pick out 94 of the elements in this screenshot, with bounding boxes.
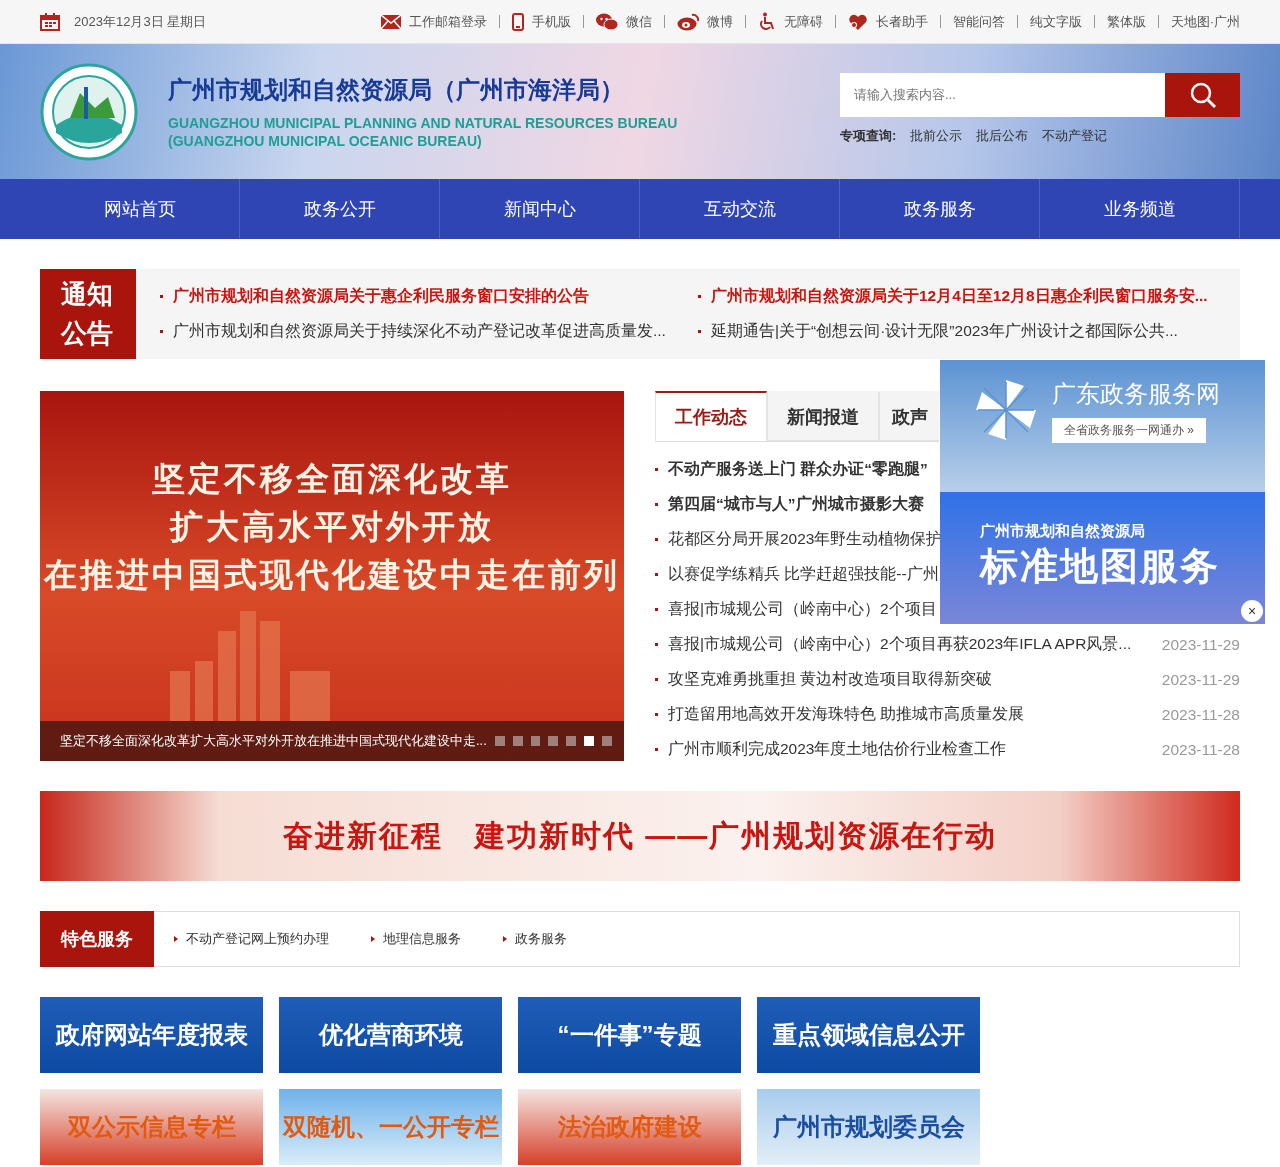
special-query-link[interactable]: 批前公示 xyxy=(910,126,963,145)
chat-bubbles-icon xyxy=(595,12,618,31)
topic-tile[interactable]: 优化营商环境 xyxy=(279,997,502,1073)
triangle-icon xyxy=(174,936,178,942)
topic-tile[interactable]: “一件事”专题 xyxy=(518,997,741,1073)
wheelchair-icon xyxy=(757,11,776,32)
nav-item[interactable]: 政务服务 xyxy=(840,179,1040,239)
bullet-icon xyxy=(160,295,163,298)
bullet-icon xyxy=(698,330,701,333)
news-date: 2023-11-29 xyxy=(1161,670,1240,689)
bullet-icon xyxy=(160,330,163,333)
bullet-icon xyxy=(655,608,658,611)
slide-caption: 坚定不移全面深化改革扩大高水平对外开放在推进中国式现代化建设中走... xyxy=(60,732,487,750)
news-tab[interactable]: 工作动态 xyxy=(655,391,767,441)
top-link[interactable]: 微信 xyxy=(595,12,652,31)
slide-banner[interactable]: 坚定不移全面深化改革 扩大高水平对外开放 在推进中国式现代化建设中走在前列 坚定不移全面深化改革扩大高水平对外开放在推进中国式现代化建设中走... xyxy=(40,391,624,761)
hearts-icon xyxy=(847,12,868,31)
mail-icon xyxy=(380,14,401,29)
feature-link[interactable]: 不动产登记网上预约办理 xyxy=(174,930,329,948)
service-ad-panel[interactable]: 广东政务服务网 全省政务服务一网通办 » xyxy=(940,360,1265,492)
top-link[interactable]: 无障碍 xyxy=(757,11,823,32)
slide-headline: 坚定不移全面深化改革 xyxy=(152,459,512,499)
bullet-icon xyxy=(698,295,701,298)
banner-slogan: 奋进新征程 建功新时代 ——广州规划资源在行动 xyxy=(282,817,998,854)
bullet-icon xyxy=(655,643,658,646)
news-link[interactable]: 打造留用地高效开发海珠特色 助推城市高质量发展 xyxy=(668,704,1025,725)
triangle-icon xyxy=(503,936,507,942)
news-tab[interactable]: 政声 xyxy=(879,391,939,441)
notice-link[interactable]: 广州市规划和自然资源局关于12月4日至12月8日惠企利民窗口服务安... xyxy=(711,286,1208,307)
bullet-icon xyxy=(655,503,658,506)
nav-item[interactable]: 互动交流 xyxy=(640,179,840,239)
date-text: 2023年12月3日 星期日 xyxy=(74,12,207,31)
topic-tile[interactable]: 广州市规划委员会 xyxy=(757,1089,980,1165)
news-date: 2023-11-28 xyxy=(1161,740,1240,759)
news-link[interactable]: 广州市顺利完成2023年度土地估价行业检查工作 xyxy=(668,739,1007,760)
feature-link[interactable]: 政务服务 xyxy=(503,930,567,948)
news-link[interactable]: 不动产服务送上门 群众办证“零跑腿” xyxy=(668,459,928,480)
search-button[interactable] xyxy=(1165,72,1240,117)
top-link[interactable]: 天地图·广州 xyxy=(1170,12,1240,31)
close-button[interactable]: × xyxy=(1241,600,1263,622)
top-link[interactable]: 工作邮箱登录 xyxy=(380,12,487,31)
notice-link[interactable]: 广州市规划和自然资源局关于惠企利民服务窗口安排的公告 xyxy=(173,286,589,307)
site-subtitle: GUANGZHOU MUNICIPAL PLANNING AND NATURAL RESOURCES BUREAU (GUANGZHOU MUNICIPAL OCEANIC BUREAU) xyxy=(168,113,679,150)
nav-item[interactable]: 新闻中心 xyxy=(440,179,640,239)
bullet-icon xyxy=(655,573,658,576)
special-query-link[interactable]: 不动产登记 xyxy=(1042,126,1108,145)
search-field[interactable]: 请输入搜索内容... xyxy=(840,72,1165,117)
bullet-icon xyxy=(655,538,658,541)
search-icon xyxy=(1188,80,1217,109)
news-link[interactable]: 喜报|市城规公司（岭南中心）2个项目 xyxy=(668,599,937,620)
news-link[interactable]: 以赛促学练精兵 比学赶超强技能--广州 xyxy=(668,564,939,585)
top-link[interactable]: 长者助手 xyxy=(847,12,928,31)
news-date: 2023-11-29 xyxy=(1161,635,1240,654)
topic-tile[interactable]: 重点领域信息公开 xyxy=(757,997,980,1073)
feature-link[interactable]: 地理信息服务 xyxy=(371,930,461,948)
news-link[interactable]: 第四届“城市与人”广州城市摄影大赛 xyxy=(668,494,924,515)
notice-link[interactable]: 延期通告|关于“创想云间·设计无限”2023年广州设计之都国际公共... xyxy=(711,321,1178,342)
news-link[interactable]: 喜报|市城规公司（岭南中心）2个项目再获2023年IFLA APR风景... xyxy=(668,634,1132,655)
features-label: 特色服务 xyxy=(40,911,154,967)
map-service-ad-panel[interactable]: 广州市规划和自然资源局 标准地图服务 × xyxy=(940,492,1265,624)
triangle-icon xyxy=(371,936,375,942)
special-query-label: 专项查询: xyxy=(840,126,897,145)
bullet-icon xyxy=(655,468,658,471)
notice-label: 通知公告 xyxy=(40,269,136,359)
weibo-icon xyxy=(676,12,699,31)
pinwheel-logo-icon xyxy=(974,378,1038,442)
top-link[interactable]: 繁体版 xyxy=(1106,12,1146,31)
topic-tile[interactable]: 政府网站年度报表 xyxy=(40,997,263,1073)
nav-item[interactable]: 政务公开 xyxy=(240,179,440,239)
bullet-icon xyxy=(655,713,658,716)
campaign-banner[interactable]: 奋进新征程 建功新时代 ——广州规划资源在行动 xyxy=(40,791,1240,881)
phone-icon xyxy=(511,12,524,31)
bureau-logo-icon xyxy=(40,62,138,161)
ad-title: 广东政务服务网 xyxy=(1052,379,1220,409)
news-date: 2023-11-28 xyxy=(1161,705,1240,724)
calendar-icon xyxy=(40,12,60,31)
ad-button[interactable]: 全省政务服务一网通办 » xyxy=(1052,418,1206,443)
slide-headline: 扩大高水平对外开放 xyxy=(170,507,494,547)
special-query-link[interactable]: 批后公布 xyxy=(976,126,1029,145)
news-link[interactable]: 攻坚克难勇挑重担 黄边村改造项目取得新突破 xyxy=(668,669,993,690)
site-title: 广州市规划和自然资源局（广州市海洋局） xyxy=(168,74,625,105)
bullet-icon xyxy=(655,678,658,681)
top-link[interactable]: 手机版 xyxy=(511,12,571,31)
top-link[interactable]: 微博 xyxy=(676,12,733,31)
ad-subtitle: 广州市规划和自然资源局 xyxy=(980,522,1146,541)
top-link[interactable]: 纯文字版 xyxy=(1029,12,1082,31)
news-tab[interactable]: 新闻报道 xyxy=(767,391,879,441)
notice-link[interactable]: 广州市规划和自然资源局关于持续深化不动产登记改革促进高质量发... xyxy=(173,321,666,342)
ad-headline: 标准地图服务 xyxy=(980,544,1221,589)
nav-item[interactable]: 网站首页 xyxy=(40,179,240,239)
slide-headline: 在推进中国式现代化建设中走在前列 xyxy=(44,555,620,595)
top-link[interactable]: 智能问答 xyxy=(952,12,1005,31)
bullet-icon xyxy=(655,748,658,751)
nav-item[interactable]: 业务频道 xyxy=(1040,179,1240,239)
